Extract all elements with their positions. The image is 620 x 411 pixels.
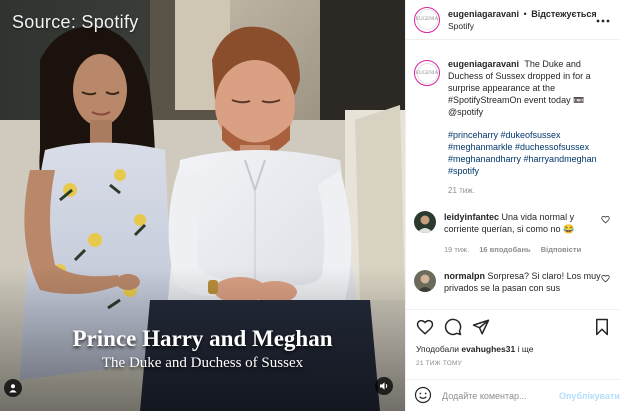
author-avatar-logo: EUGENIA xyxy=(416,9,438,30)
comment-like-button[interactable] xyxy=(601,215,610,226)
author-username[interactable]: eugeniagaravani xyxy=(448,9,519,19)
heart-icon xyxy=(601,274,610,283)
comment-username[interactable]: leidyinfantec xyxy=(444,212,499,222)
publish-button[interactable]: Опублікувати xyxy=(559,391,620,401)
likes-summary: Уподобали evahughes31 і ще xyxy=(416,344,610,354)
post-header: EUGENIA eugeniagaravani • Відстежується … xyxy=(406,0,620,40)
caption-time: 21 тиж. xyxy=(448,186,475,195)
likes-prefix: Уподобали xyxy=(416,344,459,354)
comments-scroll-area[interactable]: EUGENIA eugeniagaravani The Duke and Duc… xyxy=(406,41,620,309)
author-info: eugeniagaravani • Відстежується Spotify xyxy=(448,8,597,32)
more-options-button[interactable] xyxy=(596,12,610,26)
comment-meta: 19 тиж. 16 вподобань Відповісти xyxy=(444,244,609,256)
speaker-icon xyxy=(380,382,388,390)
comment-input[interactable] xyxy=(442,390,559,401)
more-icon xyxy=(596,19,610,23)
share-icon xyxy=(472,319,490,335)
commenter-avatar[interactable] xyxy=(414,270,436,292)
comment-like-button[interactable] xyxy=(601,274,610,285)
author-avatar[interactable]: EUGENIA xyxy=(414,6,440,33)
sound-toggle-button[interactable] xyxy=(375,377,393,395)
comment-username[interactable]: normalpn xyxy=(444,271,485,281)
likes-suffix[interactable]: і ще xyxy=(518,344,534,354)
comment-item: leidyinfantec Una vida normal y corrient… xyxy=(414,211,612,256)
location-link[interactable]: Spotify xyxy=(448,20,597,32)
heart-icon xyxy=(601,215,610,224)
user-tag-icon xyxy=(9,384,17,393)
comment-body: normalpn Sorpresa? Si claro! Los muy pri… xyxy=(444,270,609,294)
commenter-avatar[interactable] xyxy=(414,211,436,233)
post-video[interactable]: Source: Spotify Prince Harry and Meghan … xyxy=(0,0,405,411)
following-button[interactable]: Відстежується xyxy=(531,9,596,19)
action-bar xyxy=(416,316,610,338)
comment-icon xyxy=(444,318,462,336)
emoji-button[interactable] xyxy=(414,386,432,406)
heart-icon xyxy=(416,319,434,335)
post-actions: Уподобали evahughes31 і ще 21 ТИЖ ТОМУ xyxy=(406,309,620,367)
caption-avatar-logo: EUGENIA xyxy=(416,62,438,84)
share-button[interactable] xyxy=(472,318,490,336)
commenter-avatar-image xyxy=(414,211,436,233)
bookmark-icon xyxy=(596,318,608,336)
post-timestamp: 21 ТИЖ ТОМУ xyxy=(416,360,462,367)
comment-likes[interactable]: 16 вподобань xyxy=(479,245,530,254)
post-sidebar: EUGENIA eugeniagaravani • Відстежується … xyxy=(405,0,620,411)
video-subtitle-overlay: The Duke and Duchess of Sussex xyxy=(101,355,304,371)
commenter-avatar-image xyxy=(414,270,436,292)
comment-time: 19 тиж. xyxy=(444,245,470,254)
post-caption: EUGENIA eugeniagaravani The Duke and Duc… xyxy=(414,58,612,197)
comment-button[interactable] xyxy=(444,318,462,336)
separator-dot: • xyxy=(523,8,527,19)
caption-username[interactable]: eugeniagaravani xyxy=(448,59,519,69)
video-title-overlay: Prince Harry and Meghan xyxy=(72,326,333,351)
like-button[interactable] xyxy=(416,318,434,336)
user-tag-button[interactable] xyxy=(4,379,22,397)
reply-button[interactable]: Відповісти xyxy=(541,245,582,254)
save-button[interactable] xyxy=(594,318,610,336)
caption-body: eugeniagaravani The Duke and Duchess of … xyxy=(448,58,612,197)
liked-by-user[interactable]: evahughes31 xyxy=(461,344,515,354)
emoji-icon xyxy=(414,386,432,403)
comment-body: leidyinfantec Una vida normal y corrient… xyxy=(444,211,609,256)
comment-item: normalpn Sorpresa? Si claro! Los muy pri… xyxy=(414,270,612,294)
source-overlay-text: Source: Spotify xyxy=(12,12,139,32)
caption-hashtags[interactable]: #princeharry #dukeofsussex #meghanmarkle… xyxy=(448,129,612,177)
add-comment-form: Опублікувати xyxy=(406,379,620,411)
caption-avatar[interactable]: EUGENIA xyxy=(414,60,440,86)
instagram-post: Source: Spotify Prince Harry and Meghan … xyxy=(0,0,620,411)
